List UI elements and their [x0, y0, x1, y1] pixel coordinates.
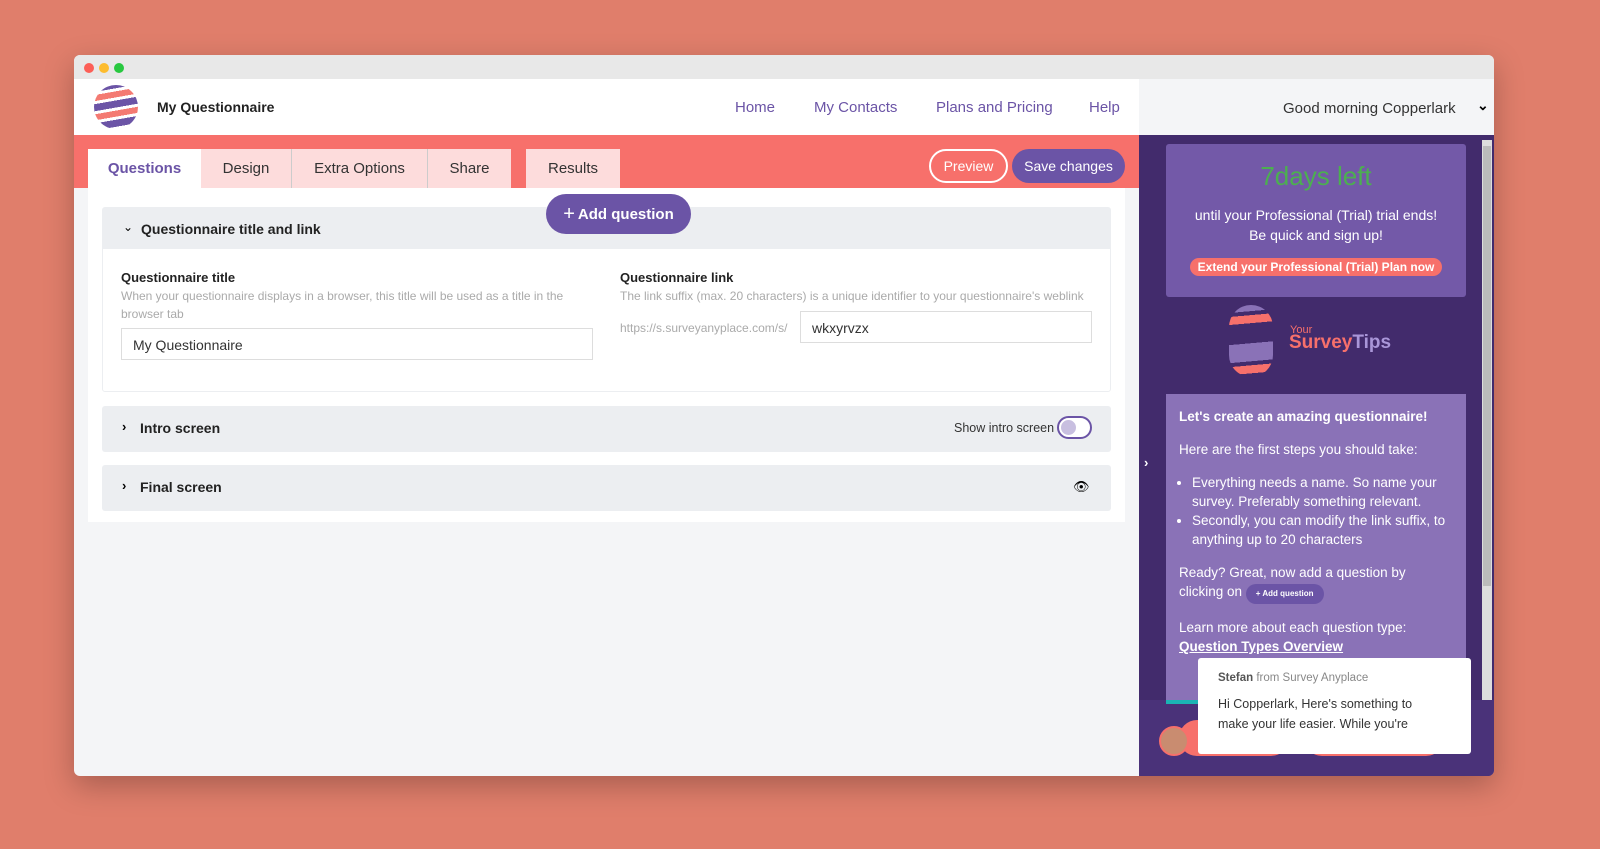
lightbulb-logo-icon	[1229, 305, 1273, 377]
nav-help[interactable]: Help	[1089, 99, 1120, 116]
avatar[interactable]	[1159, 726, 1189, 756]
link-label: Questionnaire link	[620, 270, 734, 285]
section-heading: Intro screen	[140, 420, 221, 436]
trial-text: until your Professional (Trial) trial en…	[1194, 207, 1438, 243]
tips-heading: Let's create an amazing questionnaire!	[1179, 409, 1428, 424]
chat-sender: Stefan	[1218, 672, 1254, 684]
logo-icon[interactable]	[94, 85, 138, 129]
chat-message: Hi Copperlark, Here's something to make …	[1218, 697, 1413, 731]
chevron-down-icon: ⌄	[123, 220, 134, 234]
tab-design[interactable]: Design	[201, 149, 292, 188]
tips-step: Everything needs a name. So name your su…	[1192, 473, 1453, 511]
nav-my-contacts[interactable]: My Contacts	[814, 99, 897, 116]
tips-step: Secondly, you can modify the link suffix…	[1192, 511, 1453, 549]
tips-logo-tips: Tips	[1352, 332, 1392, 353]
tab-questions[interactable]: Questions	[88, 149, 201, 188]
extend-plan-button[interactable]: Extend your Professional (Trial) Plan no…	[1189, 258, 1443, 276]
learn-text: Learn more about each question type:	[1179, 620, 1407, 635]
page-title: My Questionnaire	[157, 99, 275, 115]
add-question-button[interactable]: + Add question	[546, 194, 691, 234]
tab-extra-options[interactable]: Extra Options	[292, 149, 428, 188]
show-intro-toggle[interactable]	[1057, 416, 1092, 439]
link-help: The link suffix (max. 20 characters) is …	[620, 289, 1084, 303]
tab-results[interactable]: Results	[526, 149, 620, 188]
link-prefix: https://s.surveyanyplace.com/s/	[620, 321, 788, 335]
greeting: Good morning Copperlark	[1283, 100, 1456, 117]
collapse-sidebar-icon[interactable]: ›	[1144, 455, 1148, 470]
section-heading: Final screen	[140, 479, 222, 495]
nav-plans-pricing[interactable]: Plans and Pricing	[936, 99, 1053, 116]
tips-intro: Here are the first steps you should take…	[1179, 442, 1418, 457]
title-label: Questionnaire title	[121, 270, 236, 285]
save-changes-button[interactable]: Save changes	[1012, 149, 1125, 183]
tips-logo: SurveyTips	[1289, 332, 1391, 354]
chevron-right-icon: ›	[122, 419, 127, 434]
section-final-screen[interactable]: › Final screen 👁	[102, 465, 1111, 511]
section-heading: Questionnaire title and link	[141, 221, 321, 237]
eye-icon[interactable]: 👁	[1073, 479, 1090, 495]
chat-from: from Survey Anyplace	[1256, 672, 1369, 684]
tips-logo-survey: Survey	[1289, 332, 1353, 353]
title-bar	[74, 55, 1494, 79]
tab-bar: Questions Design Extra Options Share Res…	[74, 135, 1139, 188]
section-intro-screen[interactable]: › Intro screen Show intro screen	[102, 406, 1111, 452]
nav-home[interactable]: Home	[735, 99, 775, 116]
chevron-down-icon[interactable]: ⌄	[1477, 97, 1489, 114]
title-help: When your questionnaire displays in a br…	[121, 289, 564, 321]
days-left: 7days left	[1260, 161, 1372, 191]
inline-add-question-button[interactable]: + Add question	[1245, 584, 1324, 604]
question-types-link[interactable]: Question Types Overview	[1179, 639, 1343, 654]
section-title-link: ⌄ Questionnaire title and link Questionn…	[102, 207, 1111, 392]
chevron-right-icon: ›	[122, 478, 127, 493]
tab-share[interactable]: Share	[428, 149, 511, 188]
minimize-window-button[interactable]	[99, 63, 109, 73]
plus-icon: +	[563, 202, 575, 225]
maximize-window-button[interactable]	[114, 63, 124, 73]
app-header: My Questionnaire Home My Contacts Plans …	[74, 79, 1139, 135]
add-question-label: Add question	[577, 205, 674, 223]
questions-panel: ⌄ Questionnaire title and link Questionn…	[88, 188, 1125, 522]
user-menu[interactable]: Good morning Copperlark ⌄	[1139, 79, 1494, 135]
link-suffix-input[interactable]: wkxyrvzx	[800, 311, 1092, 343]
close-window-button[interactable]	[84, 63, 94, 73]
preview-button[interactable]: Preview	[929, 149, 1008, 183]
chat-popup[interactable]: Stefan from Survey Anyplace Hi Copperlar…	[1198, 658, 1471, 754]
trial-card: 7days left until your Professional (Tria…	[1166, 144, 1466, 297]
toggle-label: Show intro screen	[954, 421, 1055, 435]
scrollbar[interactable]	[1482, 140, 1492, 700]
title-input[interactable]: My Questionnaire	[121, 328, 593, 360]
